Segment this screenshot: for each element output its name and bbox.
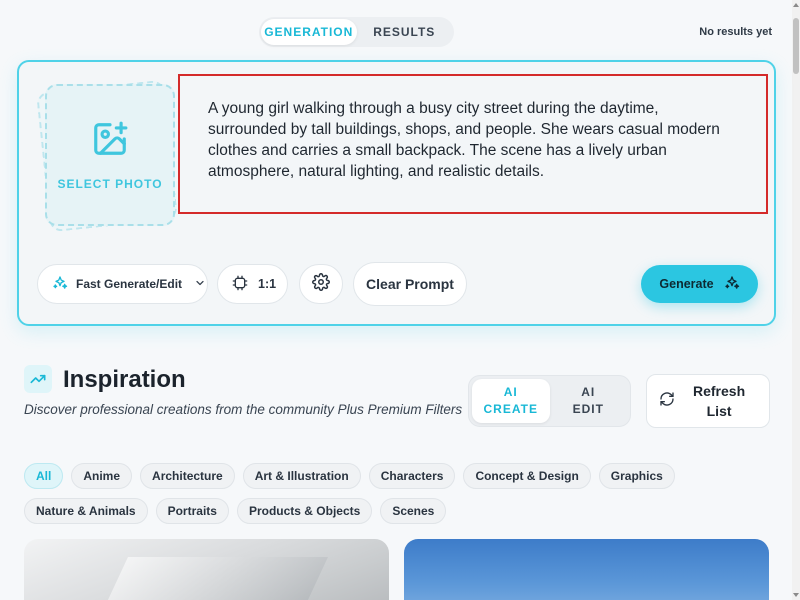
clear-prompt-button[interactable]: Clear Prompt	[353, 262, 467, 306]
sparkle-icon	[52, 275, 68, 294]
scrollbar-thumb[interactable]	[793, 18, 799, 74]
refresh-icon	[659, 391, 675, 412]
chevron-down-icon	[194, 277, 206, 292]
add-photo-icon	[91, 120, 129, 163]
chip-art-illustration[interactable]: Art & Illustration	[242, 463, 361, 489]
generation-panel: SELECT PHOTO A young girl walking throug…	[17, 60, 776, 326]
chip-architecture[interactable]: Architecture	[140, 463, 235, 489]
page-scrollbar[interactable]	[792, 0, 800, 600]
chip-scenes[interactable]: Scenes	[380, 498, 447, 524]
chip-nature-animals[interactable]: Nature & Animals	[24, 498, 148, 524]
refresh-label-line2: List	[706, 403, 732, 419]
select-photo-area[interactable]: SELECT PHOTO	[36, 79, 178, 233]
chip-portraits[interactable]: Portraits	[155, 498, 229, 524]
settings-button[interactable]	[299, 264, 343, 304]
category-filter-chips: All Anime Architecture Art & Illustratio…	[24, 463, 764, 524]
scroll-down-arrow-icon[interactable]	[793, 593, 799, 597]
select-photo-label: SELECT PHOTO	[57, 176, 163, 191]
gallery-card[interactable]	[24, 539, 389, 600]
ai-create-line2: CREATE	[483, 402, 538, 416]
refresh-list-button[interactable]: Refresh List	[646, 374, 770, 428]
refresh-label: Refresh List	[693, 381, 745, 421]
tab-results[interactable]: RESULTS	[357, 19, 453, 45]
chip-products-objects[interactable]: Products & Objects	[236, 498, 373, 524]
ai-mode-toggle: AI CREATE AI EDIT	[468, 375, 631, 427]
inspiration-title: Inspiration	[63, 366, 186, 393]
gallery-image	[100, 557, 328, 600]
aspect-ratio-label: 1:1	[258, 277, 277, 291]
mode-dropdown[interactable]: Fast Generate/Edit	[37, 264, 208, 304]
chip-characters[interactable]: Characters	[368, 463, 456, 489]
generate-label: Generate	[659, 277, 714, 291]
ai-create-option[interactable]: AI CREATE	[472, 379, 550, 423]
ai-edit-line2: EDIT	[572, 402, 604, 416]
prompt-textarea[interactable]: A young girl walking through a busy city…	[178, 74, 768, 214]
tab-generation[interactable]: GENERATION	[261, 19, 357, 45]
mode-label: Fast Generate/Edit	[76, 277, 183, 291]
top-tab-bar: GENERATION RESULTS	[259, 17, 454, 47]
prompt-text: A young girl walking through a busy city…	[208, 100, 720, 180]
sparkle-icon	[724, 275, 740, 294]
results-status-text: No results yet	[699, 26, 772, 38]
generate-button[interactable]: Generate	[641, 265, 758, 303]
trending-up-icon	[24, 365, 52, 393]
gear-icon	[312, 272, 330, 296]
ai-edit-option[interactable]: AI EDIT	[550, 379, 628, 423]
scroll-up-arrow-icon[interactable]	[793, 3, 799, 7]
ai-create-line1: AI	[503, 385, 518, 399]
select-photo-button[interactable]: SELECT PHOTO	[45, 84, 175, 226]
aspect-ratio-icon	[232, 275, 248, 294]
gallery-card[interactable]	[404, 539, 769, 600]
aspect-ratio-button[interactable]: 1:1	[217, 264, 288, 304]
chip-concept-design[interactable]: Concept & Design	[463, 463, 591, 489]
chip-all[interactable]: All	[24, 463, 64, 489]
ai-edit-line1: AI	[581, 385, 596, 399]
chip-graphics[interactable]: Graphics	[598, 463, 675, 489]
inspiration-subtitle: Discover professional creations from the…	[24, 402, 463, 417]
refresh-label-line1: Refresh	[693, 383, 746, 399]
chip-anime[interactable]: Anime	[71, 463, 133, 489]
